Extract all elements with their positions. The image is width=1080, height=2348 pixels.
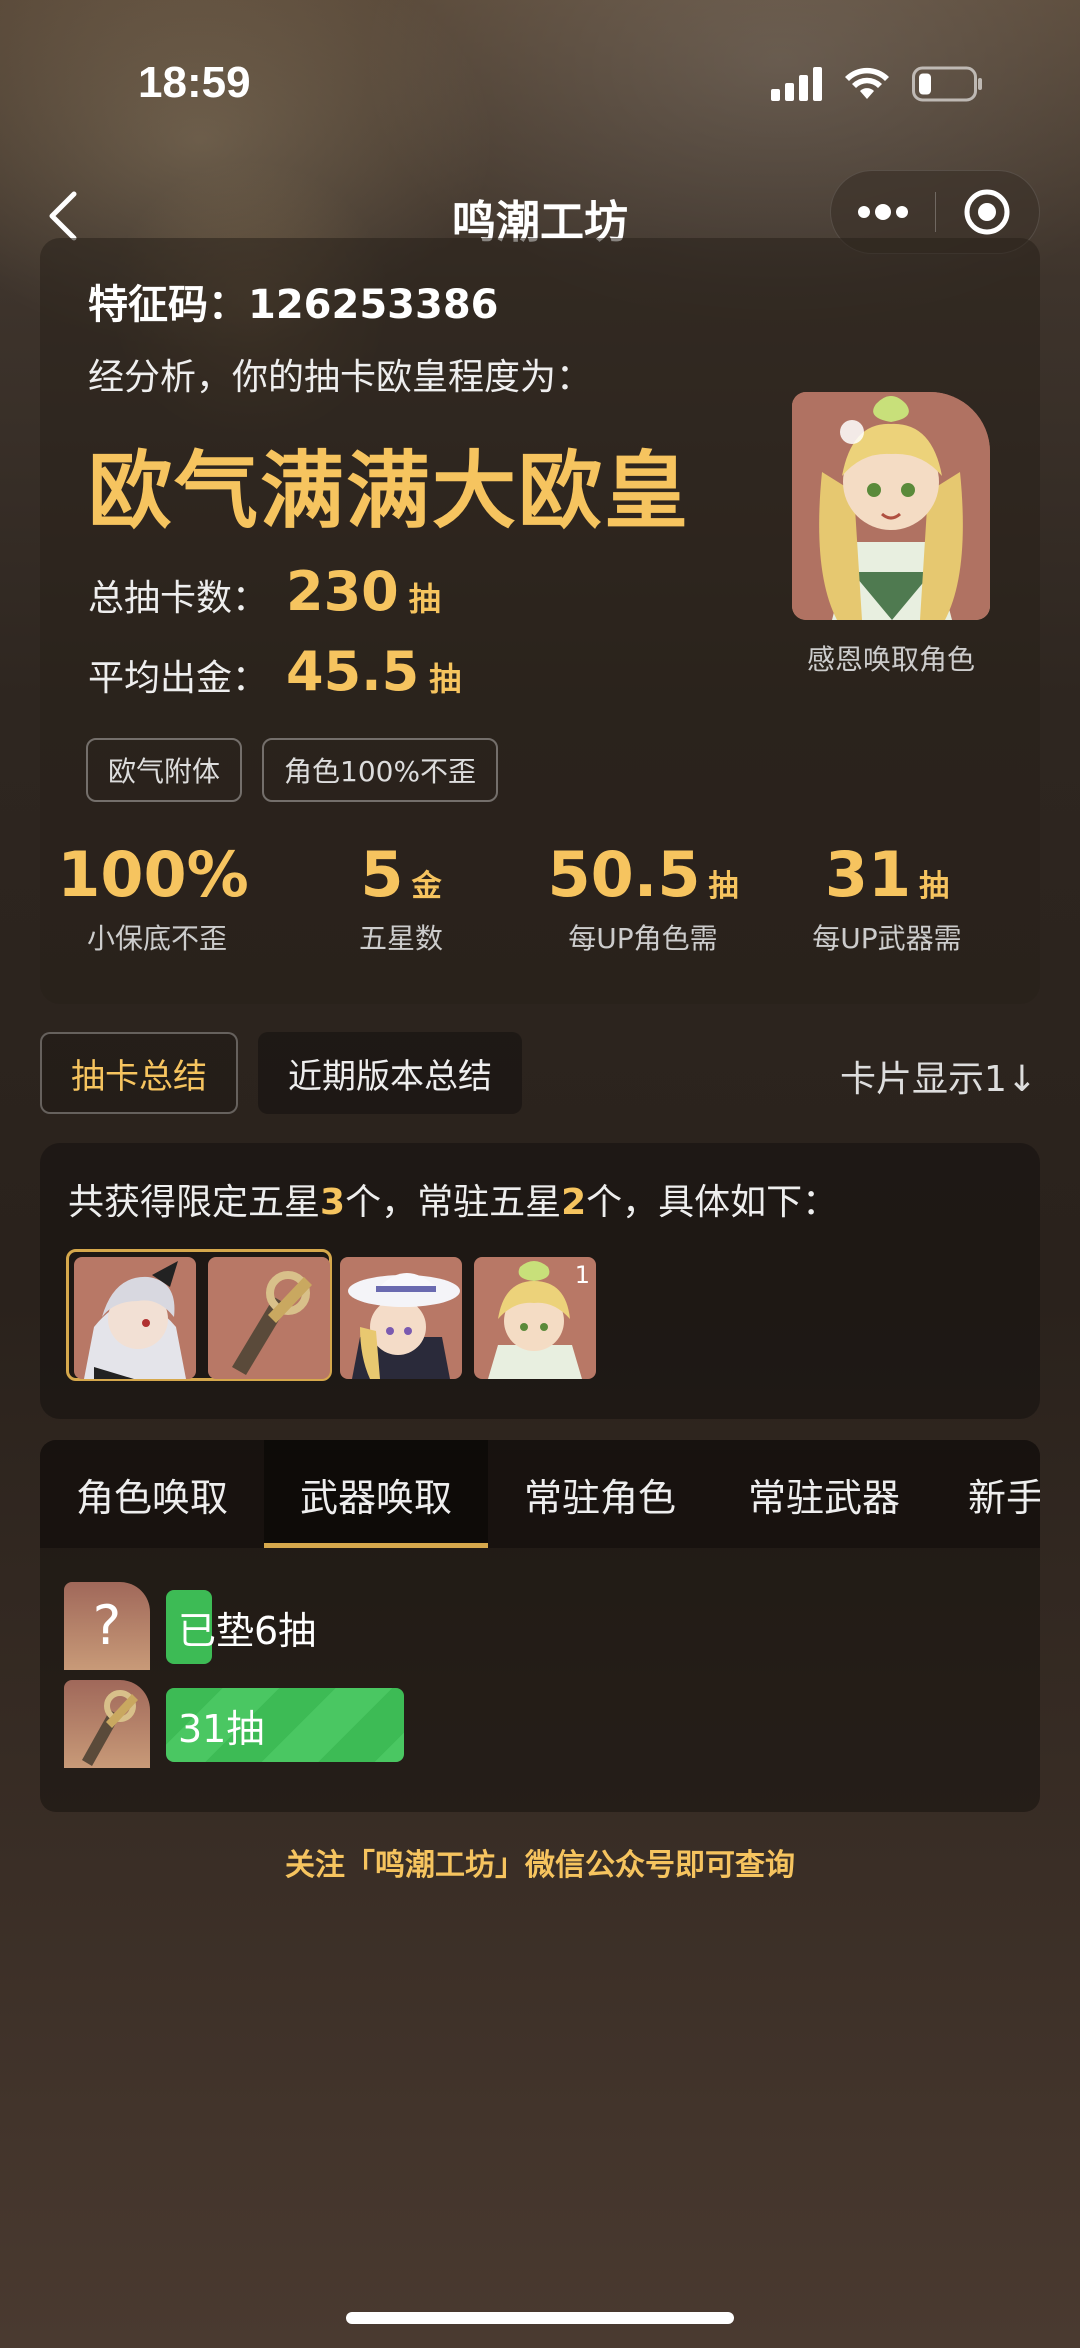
tab-pull-summary[interactable]: 抽卡总结: [40, 1032, 238, 1114]
five-star-summary: 共获得限定五星3个，常驻五星2个，具体如下：: [68, 1173, 838, 1225]
status-icons: [771, 66, 984, 102]
portrait-caption: 感恩唤取角色: [806, 643, 975, 676]
stat-unit: 抽: [708, 869, 739, 904]
summary-middle: 个，常驻五星: [345, 1182, 562, 1223]
feature-code: 特征码：126253386: [88, 282, 499, 328]
average-gold-label: 平均出金：: [88, 658, 269, 699]
tab-recent-version-summary[interactable]: 近期版本总结: [258, 1032, 522, 1114]
tab-character-pool[interactable]: 角色唤取: [40, 1440, 264, 1548]
stat-five-star-count: 5金 五星数: [276, 838, 526, 957]
footer-note: 关注「鸣潮工坊」微信公众号即可查询: [285, 1848, 795, 1883]
stat-value: 31: [824, 838, 912, 911]
tab-standard-weapon-pool[interactable]: 常驻武器: [712, 1440, 936, 1548]
average-gold-row: 平均出金： 45.5 抽: [88, 640, 461, 703]
character-portrait: [792, 392, 990, 620]
stat-unit: 金: [411, 869, 442, 904]
character-thumb-hat[interactable]: [340, 1257, 462, 1379]
tab-beginner-pool[interactable]: 新手: [936, 1440, 1040, 1548]
tab-weapon-pool[interactable]: 武器唤取: [264, 1440, 488, 1548]
stat-per-up-weapon: 31 抽 每UP武器需: [762, 838, 1012, 957]
total-pulls-unit: 抽: [408, 580, 441, 618]
luck-rank-title: 欧气满满大欧皇: [88, 442, 691, 540]
pool-card: 角色唤取 武器唤取 常驻角色 常驻武器 新手 ? 已垫6抽 31抽: [40, 1440, 1040, 1812]
unknown-question-icon: ?: [64, 1582, 150, 1670]
five-star-card: 共获得限定五星3个，常驻五星2个，具体如下： 1: [40, 1143, 1040, 1419]
total-pulls-row: 总抽卡数： 230 抽: [88, 560, 441, 623]
stat-per-up-character: 50.5 抽 每UP角色需: [518, 838, 768, 957]
stat-unit: 抽: [919, 869, 950, 904]
stat-label: 每UP武器需: [812, 922, 962, 955]
svg-text:?: ?: [93, 1594, 122, 1657]
standard-count: 2: [561, 1182, 587, 1223]
limited-count: 3: [320, 1182, 346, 1223]
average-gold-unit: 抽: [429, 660, 462, 698]
stat-value: 5: [360, 838, 404, 911]
stat-label: 五星数: [358, 922, 443, 955]
pull-count-text: 已垫6抽: [178, 1609, 317, 1653]
weapon-icon: [64, 1680, 150, 1768]
status-bar: 18:59: [0, 0, 1080, 170]
home-indicator[interactable]: [346, 2312, 734, 2324]
summary-suffix: 个，具体如下：: [586, 1182, 839, 1223]
battery-icon: [912, 66, 984, 102]
card-display-toggle[interactable]: 卡片显示1↓: [840, 1050, 1040, 1102]
average-gold-value: 45.5: [286, 640, 420, 703]
analysis-text: 经分析，你的抽卡欧皇程度为：: [88, 357, 593, 398]
pull-count-text: 31抽: [178, 1707, 265, 1751]
count-badge: 1: [574, 1261, 590, 1289]
summary-card: 特征码：126253386 经分析，你的抽卡欧皇程度为： 欧气满满大欧皇 总抽卡…: [40, 238, 1040, 1004]
pool-tab-bar: 角色唤取 武器唤取 常驻角色 常驻武器 新手: [40, 1440, 1040, 1548]
stat-label: 小保底不歪: [86, 922, 227, 955]
summary-prefix: 共获得限定五星: [68, 1182, 321, 1223]
tab-standard-character-pool[interactable]: 常驻角色: [488, 1440, 712, 1548]
cellular-signal-icon: [771, 67, 822, 101]
tag-no-lose: 角色100%不歪: [262, 738, 499, 802]
total-pulls-label: 总抽卡数：: [88, 578, 269, 619]
tag-lucky: 欧气附体: [86, 738, 243, 802]
wifi-icon: [844, 67, 890, 101]
character-thumb-green[interactable]: 1: [474, 1257, 596, 1379]
character-thumb-silver[interactable]: [74, 1257, 196, 1379]
status-time: 18:59: [138, 58, 251, 107]
stat-pity-rate: 100% 小保底不歪: [32, 838, 282, 957]
stat-label: 每UP角色需: [568, 922, 718, 955]
weapon-thumb[interactable]: [208, 1257, 330, 1379]
stat-value: 100%: [57, 838, 249, 911]
total-pulls-value: 230: [286, 560, 399, 623]
stat-value: 50.5: [547, 838, 701, 911]
